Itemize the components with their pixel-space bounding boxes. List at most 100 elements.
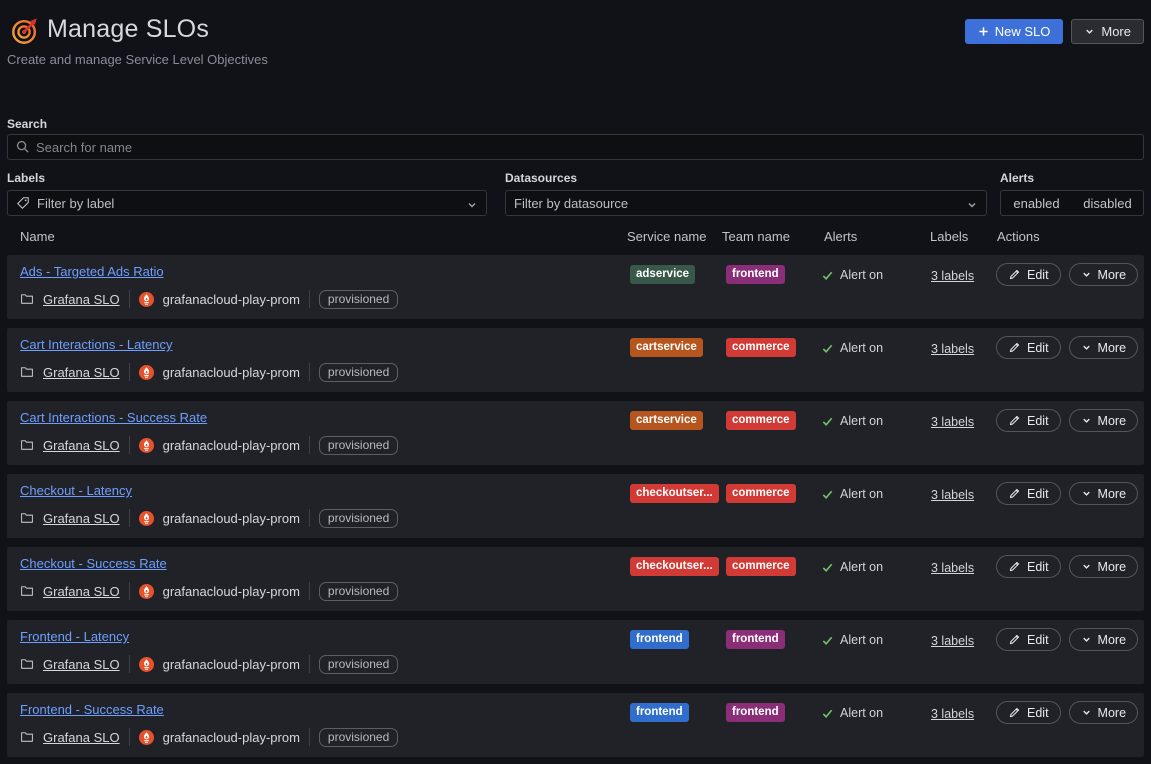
alert-status: Alert on [821, 633, 883, 647]
folder-link[interactable]: Grafana SLO [43, 511, 120, 526]
row-more-button[interactable]: More [1069, 482, 1138, 505]
pencil-icon [1008, 706, 1021, 719]
edit-button[interactable]: Edit [996, 482, 1061, 505]
chevron-down-icon [1081, 488, 1092, 499]
alert-status-label: Alert on [840, 706, 883, 720]
edit-button[interactable]: Edit [996, 701, 1061, 724]
datasource-name: grafanacloud-play-prom [163, 730, 300, 745]
slo-name-link[interactable]: Checkout - Latency [20, 483, 132, 498]
divider [309, 728, 310, 746]
datasource-name: grafanacloud-play-prom [163, 511, 300, 526]
slo-name-link[interactable]: Frontend - Latency [20, 629, 129, 644]
alerts-option-disabled[interactable]: disabled [1072, 191, 1143, 215]
edit-button-label: Edit [1027, 341, 1049, 355]
folder-link[interactable]: Grafana SLO [43, 584, 120, 599]
row-main: Ads - Targeted Ads Ratio Grafana SLO gra… [20, 263, 398, 309]
folder-link[interactable]: Grafana SLO [43, 730, 120, 745]
manage-slos-page: Manage SLOs Create and manage Service Le… [0, 0, 1151, 764]
divider [129, 290, 130, 308]
search-input[interactable] [7, 134, 1144, 160]
prometheus-datasource-icon [139, 292, 154, 307]
pencil-icon [1008, 487, 1021, 500]
slo-name-link[interactable]: Checkout - Success Rate [20, 556, 167, 571]
alerts-filter-field: Alerts enabled disabled [1000, 171, 1144, 216]
header-more-button[interactable]: More [1071, 19, 1144, 44]
column-header-actions: Actions [997, 229, 1144, 244]
slo-name-link[interactable]: Cart Interactions - Latency [20, 337, 172, 352]
team-badge: commerce [726, 557, 796, 576]
slo-name-link[interactable]: Ads - Targeted Ads Ratio [20, 264, 164, 279]
check-icon [821, 342, 834, 355]
edit-button[interactable]: Edit [996, 555, 1061, 578]
row-actions: Edit More [996, 555, 1138, 578]
check-icon [821, 488, 834, 501]
row-more-button[interactable]: More [1069, 336, 1138, 359]
folder-icon [20, 511, 34, 525]
slo-name-link[interactable]: Cart Interactions - Success Rate [20, 410, 207, 425]
service-badge: cartservice [630, 411, 703, 430]
row-more-button[interactable]: More [1069, 628, 1138, 651]
folder-link[interactable]: Grafana SLO [43, 292, 120, 307]
edit-button[interactable]: Edit [996, 336, 1061, 359]
row-more-button[interactable]: More [1069, 409, 1138, 432]
labels-link[interactable]: 3 labels [931, 561, 974, 575]
datasources-filter-select[interactable]: Filter by datasource [505, 190, 987, 216]
edit-button[interactable]: Edit [996, 628, 1061, 651]
prometheus-datasource-icon [139, 657, 154, 672]
labels-link[interactable]: 3 labels [931, 634, 974, 648]
row-meta: Grafana SLO grafanacloud-play-prom provi… [20, 581, 398, 601]
service-badge: cartservice [630, 338, 703, 357]
divider [309, 290, 310, 308]
check-icon [821, 269, 834, 282]
table-row: Frontend - Latency Grafana SLO grafanacl… [7, 620, 1144, 684]
prometheus-datasource-icon [139, 511, 154, 526]
column-header-name: Name [7, 229, 627, 244]
service-badge: checkoutser... [630, 557, 719, 576]
edit-button[interactable]: Edit [996, 409, 1061, 432]
row-more-button[interactable]: More [1069, 701, 1138, 724]
divider [309, 655, 310, 673]
row-actions: Edit More [996, 336, 1138, 359]
labels-link[interactable]: 3 labels [931, 415, 974, 429]
row-more-button-label: More [1098, 414, 1126, 428]
datasources-filter-placeholder: Filter by datasource [514, 196, 628, 211]
search-field-label: Search [7, 117, 47, 131]
team-badge: frontend [726, 703, 785, 722]
edit-button-label: Edit [1027, 633, 1049, 647]
prometheus-datasource-icon [139, 730, 154, 745]
folder-link[interactable]: Grafana SLO [43, 365, 120, 380]
table-row: Ads - Targeted Ads Ratio Grafana SLO gra… [7, 255, 1144, 319]
alert-status: Alert on [821, 414, 883, 428]
labels-link[interactable]: 3 labels [931, 269, 974, 283]
edit-button[interactable]: Edit [996, 263, 1061, 286]
divider [309, 363, 310, 381]
row-more-button[interactable]: More [1069, 263, 1138, 286]
team-badge: frontend [726, 630, 785, 649]
labels-link[interactable]: 3 labels [931, 488, 974, 502]
pencil-icon [1008, 268, 1021, 281]
row-actions: Edit More [996, 482, 1138, 505]
labels-link[interactable]: 3 labels [931, 342, 974, 356]
alerts-option-enabled[interactable]: enabled [1001, 191, 1072, 215]
new-slo-button[interactable]: New SLO [965, 19, 1064, 44]
labels-link[interactable]: 3 labels [931, 707, 974, 721]
row-more-button[interactable]: More [1069, 555, 1138, 578]
page-title: Manage SLOs [47, 15, 209, 44]
alert-status: Alert on [821, 268, 883, 282]
slo-name-link[interactable]: Frontend - Success Rate [20, 702, 164, 717]
edit-button-label: Edit [1027, 487, 1049, 501]
provisioned-badge: provisioned [319, 655, 398, 674]
row-actions: Edit More [996, 701, 1138, 724]
search-icon [15, 139, 30, 159]
divider [309, 582, 310, 600]
folder-link[interactable]: Grafana SLO [43, 657, 120, 672]
datasource-name: grafanacloud-play-prom [163, 584, 300, 599]
service-badge: checkoutser... [630, 484, 719, 503]
row-main: Checkout - Success Rate Grafana SLO graf… [20, 555, 398, 601]
chevron-down-icon [1081, 342, 1092, 353]
labels-filter-select[interactable]: Filter by label [7, 190, 487, 216]
search-box [7, 134, 1144, 160]
divider [129, 582, 130, 600]
folder-link[interactable]: Grafana SLO [43, 438, 120, 453]
check-icon [821, 634, 834, 647]
